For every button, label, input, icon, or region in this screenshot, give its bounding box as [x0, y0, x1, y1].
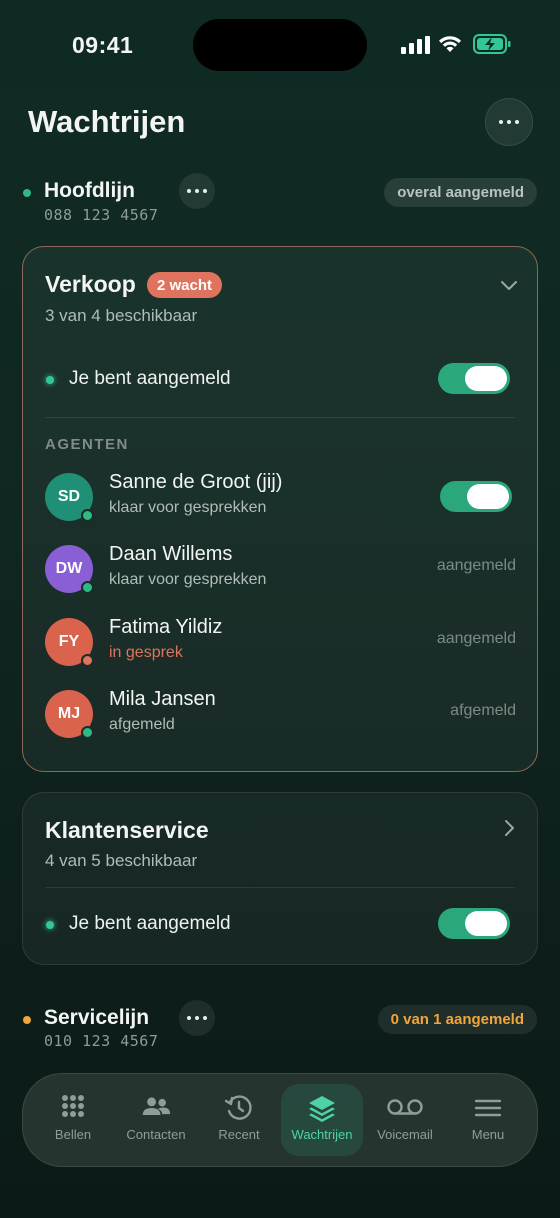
- avatar: DW: [45, 545, 94, 594]
- line-number-servicelijn: 010 123 4567: [44, 1032, 159, 1050]
- tab-label: Bellen: [54, 1127, 92, 1142]
- queue-title: Verkoop: [45, 271, 136, 297]
- agent-state: aangemeld: [436, 557, 516, 574]
- agent-status: klaar voor gesprekken: [109, 499, 267, 516]
- signed-in-label: Je bent aangemeld: [69, 368, 231, 389]
- tab-bellen[interactable]: Bellen: [32, 1084, 114, 1156]
- agent-row: MJ Mila Jansen afgemeld afgemeld: [23, 686, 539, 746]
- queue-card-klantenservice[interactable]: Klantenservice 4 van 5 beschikbaar Je be…: [22, 792, 538, 965]
- line-status-pill-hoofdlijn: overal aangemeld: [384, 178, 537, 207]
- tab-label: Menu: [471, 1127, 505, 1142]
- tab-bar: Bellen Contacten Recent Wachtrijen Voice…: [22, 1073, 538, 1167]
- history-icon: [224, 1095, 252, 1120]
- tab-recent[interactable]: Recent: [198, 1084, 280, 1156]
- presence-dot: [81, 726, 94, 739]
- line-name-servicelijn: Servicelijn: [44, 1006, 150, 1029]
- agent-toggle[interactable]: [440, 481, 512, 512]
- keypad-icon: [62, 1095, 84, 1117]
- agent-state: afgemeld: [450, 702, 516, 719]
- tab-menu[interactable]: Menu: [447, 1084, 529, 1156]
- agent-status: in gesprek: [109, 644, 183, 661]
- line-number-hoofdlijn: 088 123 4567: [44, 206, 159, 224]
- tab-label: Voicemail: [377, 1127, 433, 1142]
- chevron-down-icon[interactable]: [499, 275, 519, 295]
- presence-dot: [81, 581, 94, 594]
- clock: 09:41: [72, 32, 134, 58]
- battery-charging-icon: [473, 34, 511, 54]
- presence-dot: [81, 654, 94, 667]
- status-bar: 09:41: [0, 0, 560, 90]
- contacts-icon: [142, 1097, 171, 1116]
- more-icon: [187, 1016, 207, 1020]
- signed-in-toggle[interactable]: [438, 363, 510, 394]
- avatar: MJ: [45, 690, 94, 739]
- agent-name: Sanne de Groot (jij): [109, 471, 283, 493]
- avatar: FY: [45, 618, 94, 667]
- page-title: Wachtrijen: [28, 104, 186, 139]
- line-status-pill-servicelijn: 0 van 1 aangemeld: [377, 1005, 537, 1034]
- agent-status: afgemeld: [109, 716, 175, 733]
- tab-contacten[interactable]: Contacten: [115, 1084, 197, 1156]
- queue-card-verkoop: Verkoop 2 wacht 3 van 4 beschikbaar Je b…: [22, 246, 538, 772]
- agent-row: FY Fatima Yildiz in gesprek aangemeld: [23, 614, 539, 674]
- signed-in-toggle[interactable]: [438, 908, 510, 939]
- line-status-dot: [23, 189, 31, 197]
- avatar: SD: [45, 473, 94, 522]
- tab-voicemail[interactable]: Voicemail: [364, 1084, 446, 1156]
- agent-row: SD Sanne de Groot (jij) klaar voor gespr…: [23, 469, 539, 529]
- voicemail-icon: [387, 1099, 423, 1115]
- agent-name: Mila Jansen: [109, 688, 216, 710]
- more-options-button[interactable]: [485, 98, 533, 146]
- cellular-signal-icon: [401, 36, 430, 54]
- tab-label: Contacten: [126, 1127, 186, 1142]
- line-options-button-hoofdlijn[interactable]: [179, 173, 215, 209]
- agent-row: DW Daan Willems klaar voor gesprekken aa…: [23, 541, 539, 601]
- tab-label: Recent: [218, 1127, 260, 1142]
- agents-section-label: AGENTEN: [45, 436, 129, 453]
- layers-icon: [309, 1096, 335, 1122]
- wifi-icon: [439, 36, 461, 52]
- agent-name: Fatima Yildiz: [109, 616, 223, 638]
- line-name-hoofdlijn: Hoofdlijn: [44, 179, 135, 202]
- waiting-badge: 2 wacht: [147, 272, 223, 298]
- tab-wachtrijen[interactable]: Wachtrijen: [281, 1084, 363, 1156]
- queue-availability: 3 van 4 beschikbaar: [45, 306, 198, 325]
- agent-state: aangemeld: [436, 630, 516, 647]
- chevron-right-icon[interactable]: [499, 818, 519, 838]
- divider: [45, 887, 515, 888]
- line-options-button-servicelijn[interactable]: [179, 1000, 215, 1036]
- tab-label: Wachtrijen: [291, 1127, 353, 1142]
- presence-dot: [81, 509, 94, 522]
- dynamic-island: [193, 19, 367, 71]
- agent-name: Daan Willems: [109, 543, 233, 565]
- more-icon: [499, 120, 519, 124]
- menu-icon: [474, 1099, 502, 1117]
- queue-title: Klantenservice: [45, 817, 209, 843]
- agent-status: klaar voor gesprekken: [109, 571, 267, 588]
- queue-availability: 4 van 5 beschikbaar: [45, 851, 198, 870]
- signed-in-dot: [46, 376, 54, 384]
- divider: [45, 417, 515, 418]
- more-icon: [187, 189, 207, 193]
- signed-in-label: Je bent aangemeld: [69, 913, 231, 934]
- line-status-dot: [23, 1016, 31, 1024]
- signed-in-dot: [46, 921, 54, 929]
